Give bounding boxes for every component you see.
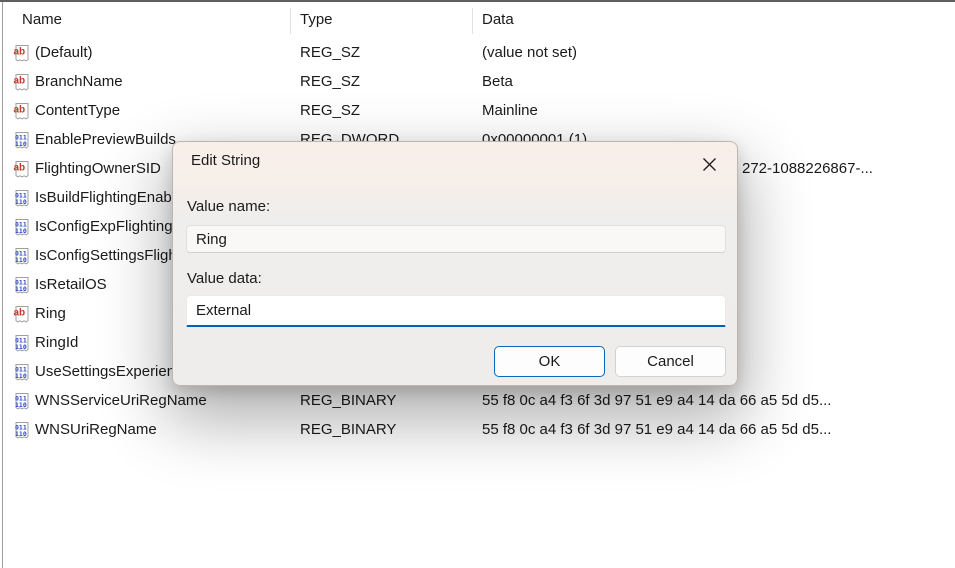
binary-value-icon: 011110 <box>13 189 30 207</box>
svg-text:ab: ab <box>14 163 26 174</box>
binary-value-icon: 011110 <box>13 218 30 236</box>
svg-text:110: 110 <box>15 140 27 148</box>
binary-value-icon: 011110 <box>13 247 30 265</box>
value-data-cell: Mainline <box>482 96 538 125</box>
value-name-cell: EnablePreviewBuilds <box>35 125 176 154</box>
value-name-cell: ContentType <box>35 96 120 125</box>
svg-text:110: 110 <box>15 256 27 264</box>
value-type-cell: REG_BINARY <box>300 386 396 415</box>
value-data-cell: (value not set) <box>482 38 577 67</box>
svg-text:110: 110 <box>15 343 27 351</box>
string-value-icon: ab <box>13 160 30 178</box>
value-name-label: Value name: <box>187 198 270 215</box>
value-data-cell: 55 f8 0c a4 f3 6f 3d 97 51 e9 a4 14 da 6… <box>482 415 831 444</box>
value-name-input[interactable] <box>186 225 726 253</box>
table-row[interactable]: 011110 WNSUriRegName REG_BINARY 55 f8 0c a4… <box>0 415 955 444</box>
string-value-icon: ab <box>13 44 30 62</box>
svg-text:110: 110 <box>15 198 27 206</box>
table-row[interactable]: ab ContentType REG_SZ Mainline <box>0 96 955 125</box>
ok-button[interactable]: OK <box>494 346 605 377</box>
string-value-icon: ab <box>13 102 30 120</box>
value-data-cell: Beta <box>482 67 513 96</box>
svg-text:110: 110 <box>15 401 27 409</box>
binary-value-icon: 011110 <box>13 421 30 439</box>
value-name-cell: Ring <box>35 299 66 328</box>
value-name-cell: FlightingOwnerSID <box>35 154 161 183</box>
svg-text:110: 110 <box>15 430 27 438</box>
value-name-cell: IsBuildFlightingEnabled <box>35 183 192 212</box>
value-type-cell: REG_SZ <box>300 67 360 96</box>
table-row[interactable]: ab (Default) REG_SZ (value not set) <box>0 38 955 67</box>
value-type-cell: REG_BINARY <box>300 415 396 444</box>
string-value-icon: ab <box>13 305 30 323</box>
table-row[interactable]: ab BranchName REG_SZ Beta <box>0 67 955 96</box>
svg-text:ab: ab <box>14 105 26 116</box>
value-data-cell: 272-1088226867-... <box>742 154 873 183</box>
binary-value-icon: 011110 <box>13 334 30 352</box>
binary-value-icon: 011110 <box>13 276 30 294</box>
binary-value-icon: 011110 <box>13 392 30 410</box>
binary-value-icon: 011110 <box>13 131 30 149</box>
table-row[interactable]: 011110 WNSServiceUriRegName REG_BINARY 55 f… <box>0 386 955 415</box>
column-header-type[interactable]: Type <box>300 11 333 28</box>
column-separator[interactable] <box>290 8 291 34</box>
svg-text:ab: ab <box>14 308 26 319</box>
edit-string-dialog: Edit String Value name: Value data: OK C… <box>172 141 738 386</box>
value-name-cell: WNSServiceUriRegName <box>35 386 207 415</box>
value-name-cell: UseSettingsExperience <box>35 357 191 386</box>
svg-text:110: 110 <box>15 227 27 235</box>
close-button[interactable] <box>695 151 723 177</box>
value-name-cell: BranchName <box>35 67 123 96</box>
value-type-cell: REG_SZ <box>300 38 360 67</box>
cancel-button[interactable]: Cancel <box>615 346 726 377</box>
close-icon <box>702 157 717 172</box>
binary-value-icon: 011110 <box>13 363 30 381</box>
list-header: Name Type Data <box>0 2 955 38</box>
value-name-cell: WNSUriRegName <box>35 415 157 444</box>
string-value-icon: ab <box>13 73 30 91</box>
svg-text:ab: ab <box>14 47 26 58</box>
value-data-cell: 55 f8 0c a4 f3 6f 3d 97 51 e9 a4 14 da 6… <box>482 386 831 415</box>
dialog-title: Edit String <box>191 152 260 169</box>
value-name-cell: (Default) <box>35 38 93 67</box>
column-header-data[interactable]: Data <box>482 11 514 28</box>
column-separator[interactable] <box>472 8 473 34</box>
value-data-label: Value data: <box>187 270 262 287</box>
svg-text:ab: ab <box>14 76 26 87</box>
svg-text:110: 110 <box>15 285 27 293</box>
value-name-cell: RingId <box>35 328 78 357</box>
value-name-cell: IsRetailOS <box>35 270 107 299</box>
value-type-cell: REG_SZ <box>300 96 360 125</box>
column-header-name[interactable]: Name <box>22 11 62 28</box>
value-data-input[interactable] <box>186 295 726 327</box>
svg-text:110: 110 <box>15 372 27 380</box>
